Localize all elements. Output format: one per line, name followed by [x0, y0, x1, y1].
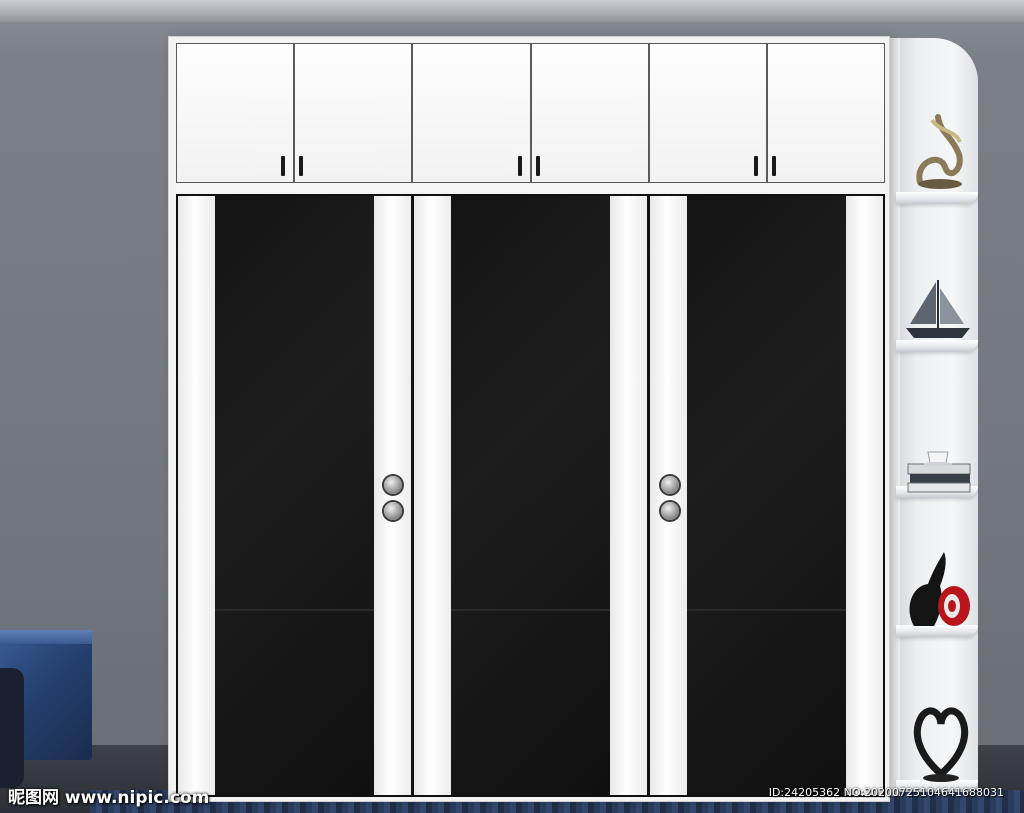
sailboat-icon	[906, 280, 970, 338]
white-stripe	[610, 196, 647, 795]
knob-icon[interactable]	[384, 476, 402, 494]
black-panel	[215, 196, 374, 795]
black-panel	[687, 196, 846, 795]
top-door-5[interactable]	[648, 43, 767, 183]
white-stripe	[846, 196, 883, 795]
sliding-door-1[interactable]	[178, 196, 411, 795]
handle-icon	[299, 156, 304, 176]
handle-icon	[535, 156, 540, 176]
white-stripe	[414, 196, 451, 795]
sliding-door-3[interactable]	[650, 196, 883, 795]
top-door-3[interactable]	[412, 43, 531, 183]
top-door-2[interactable]	[294, 43, 413, 183]
white-stripe	[178, 196, 215, 795]
books-cup-icon	[907, 451, 971, 493]
heart-sculpture-icon	[913, 707, 969, 782]
blue-stool-top	[0, 630, 92, 644]
handle-icon	[281, 156, 286, 176]
watermark-id: ID:24205362 NO:20200725104641688031	[768, 786, 1004, 799]
watermark-brand: 昵图网 www.nipic.com	[8, 788, 210, 808]
handle-icon	[517, 156, 522, 176]
ceiling-molding	[0, 0, 1024, 22]
black-panel	[451, 196, 610, 795]
white-stripe	[374, 196, 411, 795]
knob-icon[interactable]	[661, 502, 679, 520]
knob-icon[interactable]	[384, 502, 402, 520]
cabinet-divider	[176, 183, 885, 194]
white-stripe	[650, 196, 687, 795]
sliding-door-2[interactable]	[414, 196, 647, 795]
sliding-door-row	[176, 194, 885, 797]
stool-shadow	[0, 668, 24, 788]
knob-icon[interactable]	[661, 476, 679, 494]
handle-icon	[753, 156, 758, 176]
handle-icon	[771, 156, 776, 176]
top-door-6[interactable]	[766, 43, 886, 183]
shelf-1	[896, 192, 978, 204]
top-door-4[interactable]	[530, 43, 649, 183]
top-door-1[interactable]	[176, 43, 295, 183]
sculpture-icon	[916, 114, 963, 189]
top-cabinet-row	[176, 43, 886, 183]
elephant-vase-icon	[909, 552, 970, 626]
shelf-post	[890, 38, 900, 796]
